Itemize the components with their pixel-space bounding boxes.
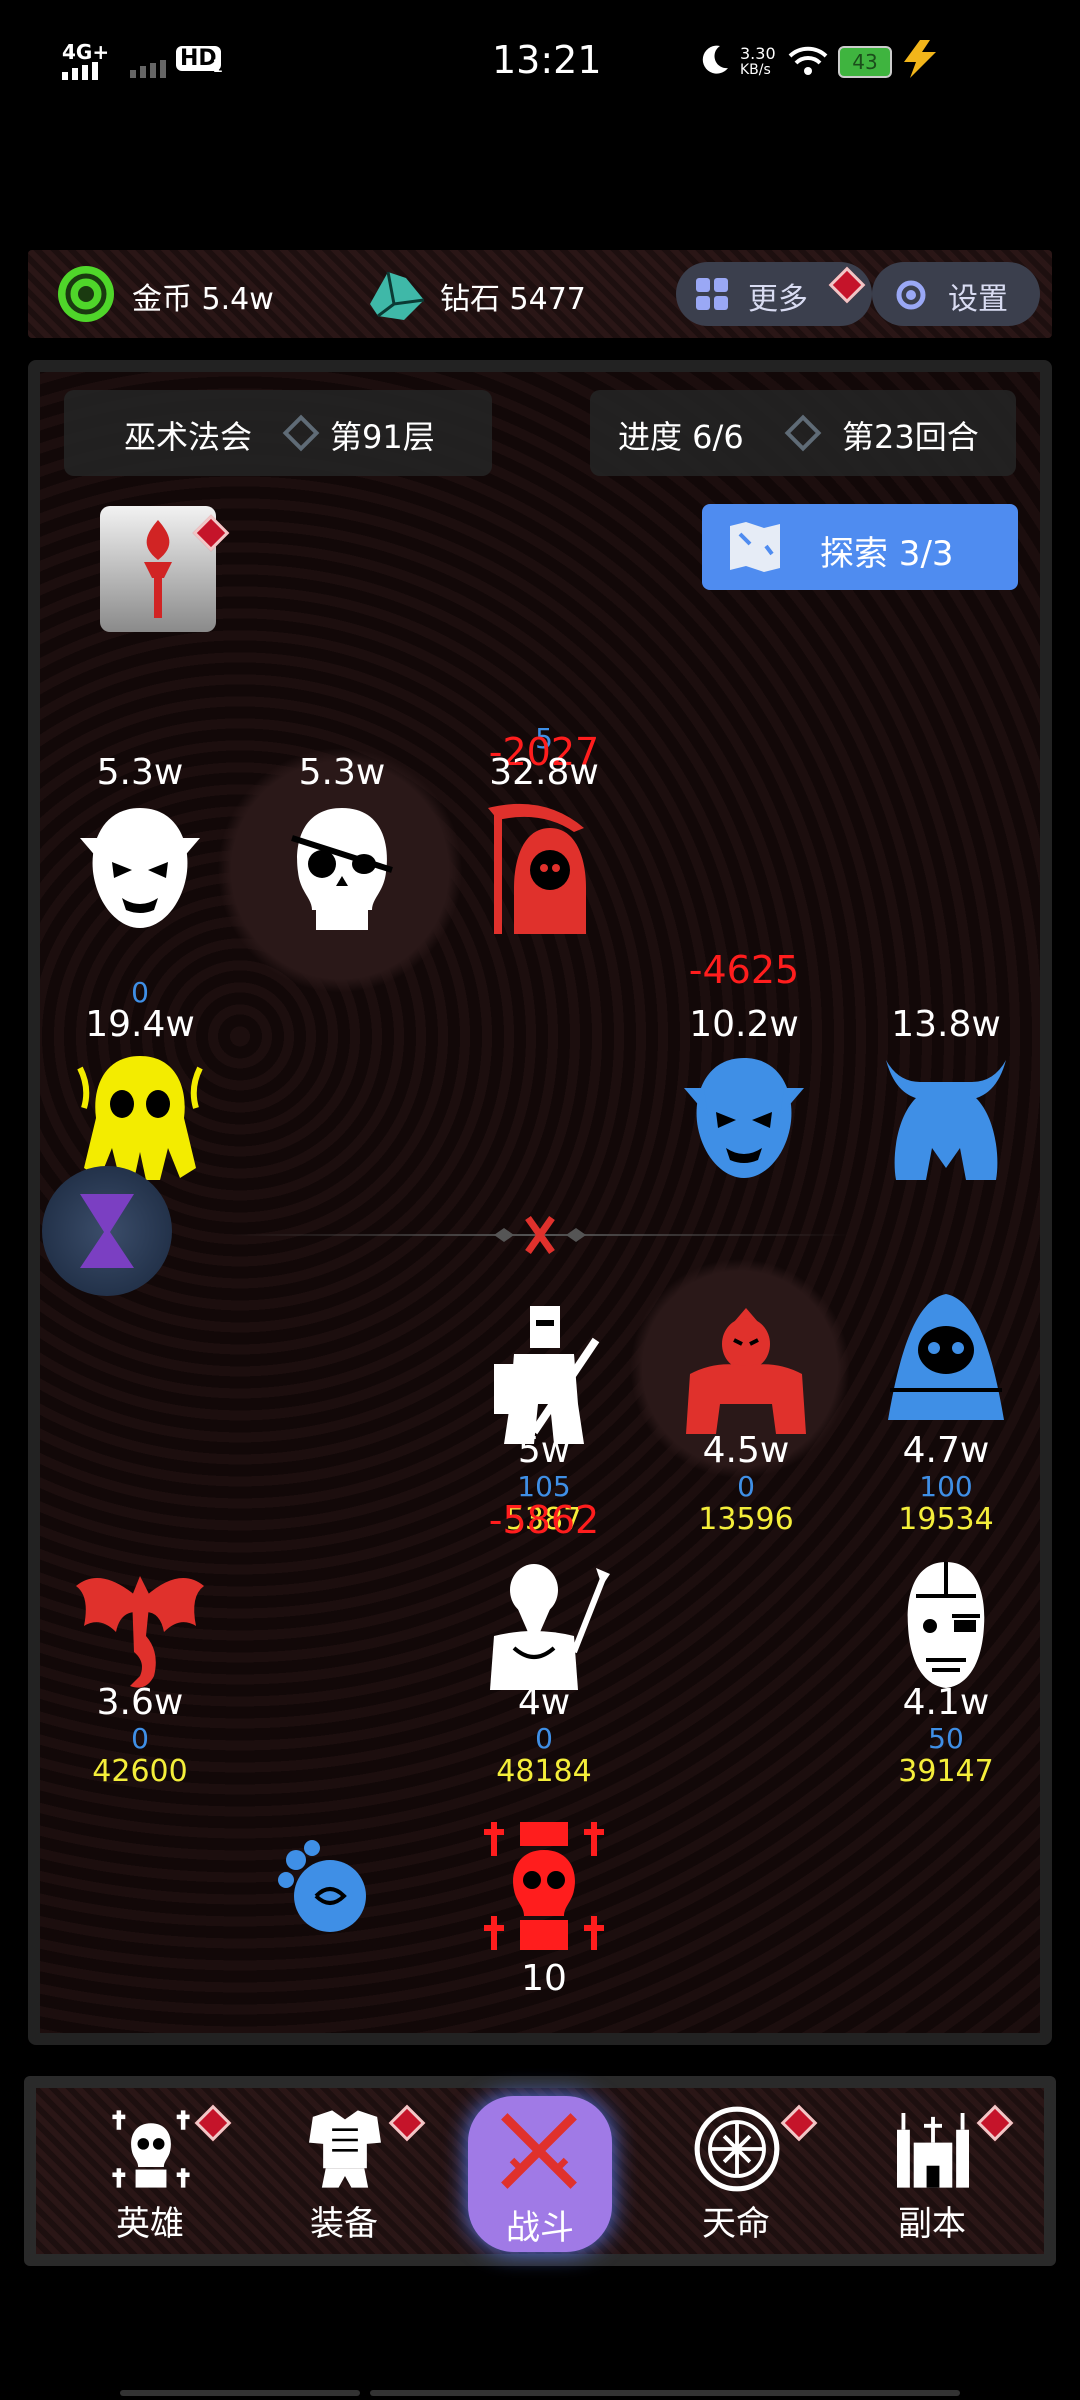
sim-index: 1 — [212, 56, 224, 77]
nav-battle-label: 战斗 — [506, 2208, 574, 2248]
enemy-hp: 13.8w — [891, 1004, 1001, 1045]
hero-shield: 0 — [131, 1722, 149, 1755]
diamond-amount: 钻石 5477 — [440, 282, 586, 317]
hero-skull-totem-icon — [112, 2110, 190, 2188]
signal-weak-icon — [130, 60, 166, 78]
crossed-swords-icon — [501, 2113, 577, 2189]
vampire-face-icon[interactable] — [70, 798, 210, 938]
hero-hp: 3.6w — [96, 1682, 184, 1723]
brute-icon[interactable] — [676, 1304, 816, 1444]
progress-label: 进度 6/6 — [618, 418, 744, 456]
nav-hero-label: 英雄 — [116, 2204, 184, 2244]
torch-skill-card[interactable] — [100, 506, 230, 632]
gear-icon — [896, 280, 926, 310]
grid-icon — [696, 278, 728, 310]
blue-flame-orb-icon[interactable] — [272, 1834, 382, 1944]
fate-seal-icon — [694, 2106, 780, 2192]
separator-diamond-icon — [784, 414, 822, 452]
cyborg-head-icon[interactable] — [876, 1556, 1016, 1696]
hero-value: 13596 — [698, 1502, 794, 1537]
hero-hp: 5w — [517, 1430, 571, 1471]
net-speed: 3.30 — [740, 44, 776, 63]
hero-shield: 100 — [919, 1470, 973, 1503]
progress-panel: 进度 6/6 第23回合 — [590, 390, 1016, 476]
hourglass-skill[interactable] — [42, 1166, 172, 1296]
gold-coin-icon — [58, 266, 114, 322]
pirate-skull-icon[interactable] — [272, 798, 412, 938]
floor-number: 第91层 — [330, 418, 435, 456]
crossed-swords-icon — [494, 1215, 586, 1255]
totem-count: 10 — [521, 1958, 567, 1999]
fate-notification-dot — [780, 2104, 818, 2142]
nav-fate-label: 天命 — [702, 2204, 770, 2244]
charging-icon — [904, 40, 936, 78]
enemy-hp: 19.4w — [85, 1004, 195, 1045]
dungeon-info-panel: 巫术法会 第91层 — [64, 390, 492, 476]
net-speed-unit: KB/s — [740, 62, 771, 78]
skull-totem-icon[interactable] — [474, 1816, 614, 1956]
resource-bar: 金币 5.4w 钻石 5477 更多 设置 — [28, 250, 1052, 338]
hero-shield: 50 — [928, 1722, 964, 1755]
armor-icon — [309, 2110, 381, 2188]
signal-icon — [62, 62, 98, 80]
explore-label: 探索 3/3 — [820, 534, 954, 574]
more-button-label: 更多 — [748, 282, 808, 317]
round-label: 第23回合 — [842, 418, 979, 456]
home-indicator — [120, 2390, 960, 2396]
vampire-face-icon[interactable] — [674, 1048, 814, 1188]
hero-hp: 4.5w — [702, 1430, 790, 1471]
status-bar: 4G+ HD 1 13:21 3.30 KB/s 43 — [0, 0, 1080, 120]
clock: 13:21 — [492, 38, 602, 82]
hero-value: 39147 — [898, 1754, 994, 1789]
enemy-hp: 32.8w — [489, 752, 599, 793]
separator-diamond-icon — [282, 414, 320, 452]
grim-reaper-icon[interactable] — [474, 798, 614, 938]
enemy-hp: 5.3w — [96, 752, 184, 793]
nav-equipment-label: 装备 — [310, 2204, 378, 2244]
hero-hp: 4.1w — [902, 1682, 990, 1723]
moon-icon — [702, 45, 728, 74]
enemy-hp: 5.3w — [298, 752, 386, 793]
hooded-mystic-icon[interactable] — [876, 1290, 1016, 1430]
diamond-icon — [370, 271, 425, 320]
wifi-icon — [788, 46, 828, 75]
horned-beast-icon[interactable] — [876, 1048, 1016, 1188]
gold-amount: 金币 5.4w — [132, 282, 274, 317]
damage-popup: -4625 — [688, 948, 800, 992]
settings-button-label: 设置 — [948, 282, 1008, 317]
hero-value: 48184 — [496, 1754, 592, 1789]
treasure-map-icon — [730, 522, 780, 572]
more-button[interactable]: 更多 — [676, 262, 872, 326]
castle-icon — [897, 2113, 969, 2188]
network-label: 4G+ — [62, 40, 110, 64]
dungeon-name: 巫术法会 — [124, 418, 253, 456]
hourglass-icon — [80, 1194, 134, 1268]
hero-hp: 4.7w — [902, 1430, 990, 1471]
torch-icon — [144, 520, 172, 618]
explore-button[interactable]: 探索 3/3 — [702, 504, 1018, 590]
nav-dungeon-label: 副本 — [898, 2204, 966, 2244]
hero-shield: 0 — [535, 1722, 553, 1755]
enemy-hp: 10.2w — [689, 1004, 799, 1045]
battery-indicator: 43 — [838, 46, 892, 78]
settings-button[interactable]: 设置 — [872, 262, 1040, 326]
nav-battle[interactable]: 战斗 — [468, 2096, 612, 2252]
damage-popup: -5862 — [488, 1498, 600, 1542]
hero-hp: 4w — [517, 1682, 571, 1723]
hero-notification-dot — [194, 2104, 232, 2142]
old-sage-icon[interactable] — [474, 1556, 614, 1696]
more-notification-dot — [828, 266, 866, 304]
equipment-notification-dot — [388, 2104, 426, 2142]
hero-shield: 0 — [737, 1470, 755, 1503]
dungeon-notification-dot — [976, 2104, 1014, 2142]
dragon-icon[interactable] — [70, 1556, 210, 1696]
knight-icon[interactable] — [474, 1304, 614, 1444]
hero-value: 42600 — [92, 1754, 188, 1789]
hero-value: 19534 — [898, 1502, 994, 1537]
